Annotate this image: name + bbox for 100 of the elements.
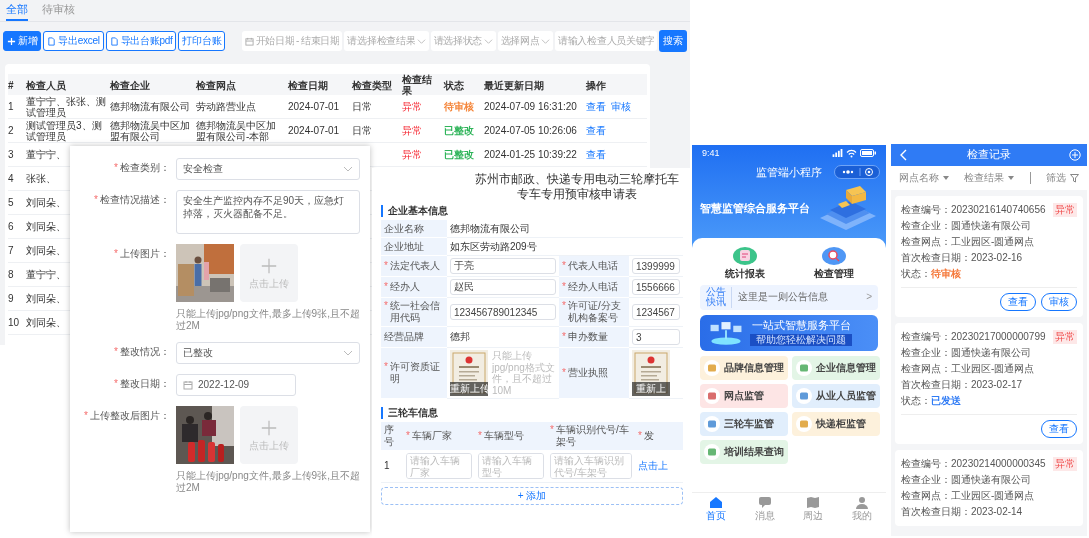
export-button[interactable]: 导出excel	[43, 31, 104, 51]
feature-tile[interactable]: 快递柜监管	[792, 411, 880, 436]
tab-bar-item[interactable]: 周边	[803, 496, 824, 522]
tab[interactable]: 待审核	[42, 2, 75, 21]
action-button[interactable]: 查看	[1041, 420, 1077, 438]
filter-dropdown[interactable]: 检查结果	[964, 172, 1015, 184]
home-icon	[709, 496, 724, 509]
export-button[interactable]: 导出台账pdf	[105, 31, 177, 51]
field-label: 上传整改后图片：	[90, 410, 170, 421]
status-value: 待审核	[931, 267, 961, 281]
field-label: 法定代表人	[389, 260, 440, 272]
input-field[interactable]: 赵民	[450, 279, 556, 295]
select-field[interactable]: 安全检查	[176, 158, 360, 180]
feature-tile[interactable]: 网点监管	[700, 383, 788, 408]
feature-tile[interactable]: 品牌信息管理	[700, 355, 788, 380]
date-range-field[interactable]: 开始日期- 结束日期	[241, 31, 343, 51]
end-date-input[interactable]: 结束日期	[301, 35, 340, 47]
record-field: 检查网点：工业园区-圆通网点	[901, 234, 1035, 250]
record-field: 首次检查日期：2023-02-17	[901, 377, 1023, 393]
action-link[interactable]: 审核	[611, 101, 631, 112]
table-cell: 劳动路营业点	[196, 101, 256, 112]
reupload-button[interactable]: 重新上传	[450, 382, 488, 396]
start-date-input[interactable]: 开始日期	[255, 35, 294, 47]
search-field[interactable]: 请输入检查人员关键字	[555, 31, 657, 51]
feature-tile[interactable]: 从业人员监管	[792, 383, 880, 408]
table-cell: 刘同朵、	[26, 293, 66, 304]
chevron-down-icon	[416, 36, 426, 46]
capsule-menu-icon	[834, 164, 880, 179]
action-button[interactable]: 查看	[1000, 293, 1036, 311]
required-mark: *	[114, 248, 118, 259]
select-field[interactable]: 请选择检查结果	[344, 31, 429, 51]
result-tag: 异常	[1053, 330, 1077, 344]
upload-link[interactable]: 点击上	[638, 460, 668, 472]
column-header: 最近更新日期	[484, 79, 544, 91]
required-mark: *	[84, 410, 88, 421]
feature-tile[interactable]: 培训结果查询	[700, 439, 788, 464]
field-label: 企业地址	[384, 240, 424, 253]
required-mark: *	[562, 367, 566, 379]
add-icon	[1069, 149, 1081, 161]
search-button[interactable]: 搜索	[659, 30, 687, 52]
plus-icon	[260, 256, 278, 275]
shortcut-button[interactable]: 统计报表	[724, 243, 765, 280]
input-field[interactable]: 1556666	[632, 279, 680, 295]
add-button[interactable]: 新增	[3, 31, 42, 51]
field-label: 检查类别：	[120, 162, 170, 173]
column-header: 车辆型号	[483, 430, 524, 442]
page-title: 检查记录	[967, 148, 1011, 162]
reupload-button[interactable]: 重新上	[632, 382, 670, 396]
select-field[interactable]: 选择网点	[497, 31, 553, 51]
tab-bar-item[interactable]: 我的	[851, 496, 872, 522]
shortcut-button[interactable]: 检查管理	[813, 243, 854, 280]
print-button[interactable]: 打印台账	[178, 31, 226, 51]
select-field[interactable]: 已整改	[176, 342, 360, 364]
promo-banner[interactable]: 一站式智慧服务平台 帮助您轻松解决问题	[700, 314, 878, 351]
input-field[interactable]: 123456789012345	[450, 304, 556, 320]
table-cell: 1	[384, 460, 390, 472]
required-mark: *	[384, 300, 388, 312]
feature-tile[interactable]: 三轮车监管	[700, 411, 788, 436]
required-mark: *	[114, 378, 118, 389]
required-mark: *	[638, 430, 642, 442]
table-cell: 6	[8, 221, 14, 232]
required-mark: *	[562, 300, 566, 312]
document-icon	[109, 36, 119, 46]
field-label: 检查情况描述：	[100, 194, 170, 205]
date-field[interactable]: 2022-12-09	[176, 374, 296, 396]
add-button[interactable]: + 添加	[381, 487, 683, 505]
document-icon	[47, 36, 57, 46]
table-cell: 异常	[402, 125, 422, 136]
required-mark: *	[562, 260, 566, 272]
chevron-down-icon	[541, 36, 550, 46]
action-link[interactable]: 查看	[586, 101, 606, 112]
feature-tile[interactable]: 企业信息管理	[792, 355, 880, 380]
input-field[interactable]: 于亮	[450, 258, 556, 274]
table-cell: 2024-07-01	[288, 101, 340, 112]
column-header: 车辆厂家	[411, 430, 452, 442]
table-cell: 异常	[402, 149, 422, 160]
tab-bar-item[interactable]: 消息	[754, 496, 775, 522]
input-field[interactable]: 1234567	[632, 304, 680, 320]
input-field[interactable]: 3	[632, 329, 680, 345]
status-time: 9:41	[702, 148, 720, 159]
tab-bar-item[interactable]: 首页	[706, 496, 727, 522]
chat-icon	[757, 496, 772, 509]
chevron-glyph: >	[866, 291, 872, 304]
record-field: 检查编号：20230214000000345	[901, 456, 1046, 472]
description-field[interactable]: 安全生产监控内存不足90天，应急灯掉落，灭火器配备不足。	[176, 190, 360, 234]
action-link[interactable]: 查看	[586, 125, 606, 136]
select-field[interactable]: 请选择状态	[430, 31, 496, 51]
required-mark: *	[478, 430, 482, 442]
battery-icon	[860, 149, 876, 158]
input-field[interactable]: 1399999	[632, 258, 680, 274]
wifi-icon	[846, 148, 857, 158]
action-button[interactable]: 审核	[1041, 293, 1077, 311]
table-cell: 4	[8, 173, 14, 184]
table-cell: 董宁宁、	[26, 149, 66, 160]
table-cell: 董宁宁、张张、测试管理员	[26, 95, 106, 118]
filter-button[interactable]: 筛选	[1046, 172, 1080, 184]
filter-dropdown[interactable]: 网点名称	[898, 172, 949, 184]
action-link[interactable]: 查看	[586, 149, 606, 160]
tab[interactable]: 全部	[6, 2, 28, 21]
notice-tag: 快讯	[706, 297, 726, 308]
